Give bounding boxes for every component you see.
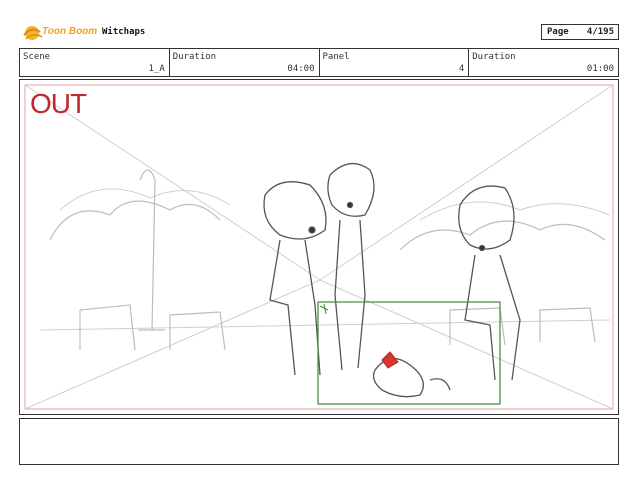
page-label: Page: [547, 27, 569, 37]
project-title: Witchaps: [102, 27, 146, 37]
scene-cell: Scene 1_A: [20, 49, 170, 76]
transition-label: OUT: [30, 88, 87, 119]
page-indicator: Page 4/195: [541, 24, 619, 40]
panel-label: Panel: [322, 52, 350, 62]
scene-duration-cell: Duration 04:00: [170, 49, 320, 76]
scene-duration-label: Duration: [172, 52, 217, 62]
brand-name: Toon Boom: [42, 26, 98, 37]
panel-duration-cell: Duration 01:00: [469, 49, 618, 76]
scene-label: Scene: [23, 52, 51, 62]
sketch-drawing: [24, 84, 614, 410]
panel-notes-area[interactable]: [19, 418, 619, 465]
panel-cell: Panel 4: [320, 49, 470, 76]
panel-duration-label: Duration: [472, 52, 516, 62]
scene-value: 1_A: [148, 64, 165, 74]
page-number: 4/195: [586, 27, 614, 37]
panel-value: 4: [458, 64, 465, 74]
storyboard-header: Toon Boom Witchaps Page 4/195: [0, 0, 638, 44]
panel-info-row: Scene 1_A Duration 04:00 Panel 4 Duratio…: [19, 48, 619, 77]
scene-duration-value: 04:00: [287, 64, 315, 74]
panel-duration-value: 01:00: [586, 64, 614, 74]
storyboard-panel-frame: OUT: [19, 79, 619, 415]
